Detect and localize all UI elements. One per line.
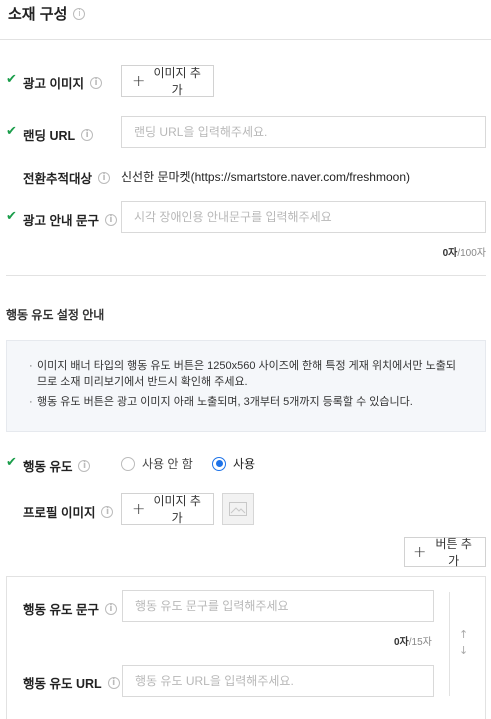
cta-url-input[interactable] [122,665,434,697]
check-icon: ✔ [6,455,17,470]
info-icon[interactable]: i [78,459,91,472]
profile-image-label: 프로필 이미지 i [23,502,114,521]
radio-option-off[interactable]: 사용 안 함 [121,455,193,472]
cta-text-input[interactable] [122,590,434,622]
landing-url-label: 랜딩 URL i [23,125,94,144]
arrow-down-icon[interactable]: ↓ [459,643,468,659]
divider [449,592,450,696]
info-icon[interactable]: i [73,7,86,20]
cta-label: 행동 유도 i [23,456,91,475]
info-icon[interactable]: i [101,505,114,518]
info-icon[interactable]: i [81,128,94,141]
cta-url-label: 행동 유도 URL i [23,673,120,692]
section-header: 소재 구성 i [8,3,86,24]
reorder-controls: ↑ ↓ [459,627,468,659]
landing-url-input[interactable] [121,116,486,148]
section-title: 소재 구성 [8,6,68,23]
info-icon[interactable]: i [98,171,111,184]
notice-line: 이미지 배너 타입의 행동 유도 버튼은 1250x560 사이즈에 한해 특정… [29,358,465,390]
ad-image-label: 광고 이미지 i [23,73,102,92]
conversion-target-label: 전환추적대상 i [23,168,111,187]
radio-option-on[interactable]: 사용 [212,455,255,472]
ad-guide-text-counter: 0자/100자 [442,248,486,259]
image-placeholder-icon [229,502,247,516]
info-icon[interactable]: i [104,213,117,226]
check-icon: ✔ [6,124,17,139]
radio-off[interactable] [121,456,135,471]
plus-icon: + [132,499,146,518]
cta-text-label: 행동 유도 문구 i [23,599,117,618]
check-icon: ✔ [6,72,17,87]
notice-line: 행동 유도 버튼은 광고 이미지 아래 노출되며, 3개부터 5개까지 등록할 … [29,394,465,410]
info-icon[interactable]: i [104,602,117,615]
divider [0,39,491,40]
info-icon[interactable]: i [107,676,120,689]
plus-icon: + [132,71,146,90]
radio-on[interactable] [212,456,226,471]
conversion-target-value: 신선한 문마켓(https://smartstore.naver.com/fre… [121,170,410,184]
check-icon: ✔ [6,209,17,224]
arrow-up-icon[interactable]: ↑ [459,627,468,643]
plus-icon: + [413,542,427,561]
add-cta-button[interactable]: + 버튼 추가 [404,537,486,568]
divider [6,275,486,276]
info-icon[interactable]: i [89,76,102,89]
cta-notice-box: 이미지 배너 타입의 행동 유도 버튼은 1250x560 사이즈에 한해 특정… [6,340,486,432]
ad-image-add-button[interactable]: + 이미지 추가 [121,65,214,97]
profile-image-add-button[interactable]: + 이미지 추가 [121,493,214,525]
image-placeholder-icon [222,493,254,525]
ad-guide-text-input[interactable] [121,201,486,233]
cta-settings-title: 행동 유도 설정 안내 [6,308,105,322]
ad-guide-text-label: 광고 안내 문구 i [23,210,117,229]
cta-text-counter: 0자/15자 [394,637,432,648]
